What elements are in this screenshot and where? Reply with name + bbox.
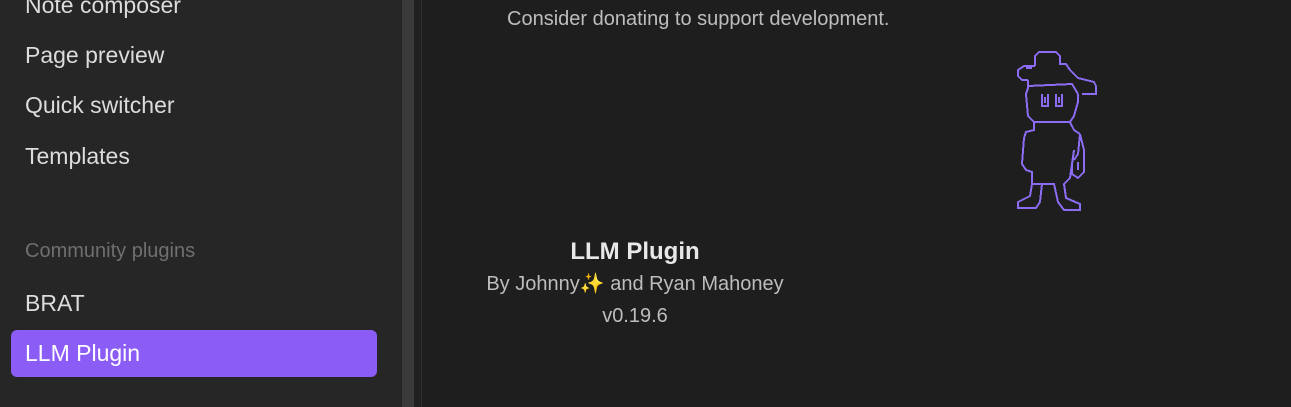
plugin-info: LLM Plugin By Johnny✨ and Ryan Mahoney v… bbox=[0, 0, 1291, 407]
settings-window: Note composer Page preview Quick switche… bbox=[0, 0, 1291, 407]
plugin-settings-pane: Consider donating to support development… bbox=[422, 0, 1291, 407]
plugin-authors: By Johnny✨ and Ryan Mahoney bbox=[486, 273, 784, 295]
plugin-title: LLM Plugin bbox=[570, 238, 700, 265]
plugin-version: v0.19.6 bbox=[602, 305, 668, 327]
